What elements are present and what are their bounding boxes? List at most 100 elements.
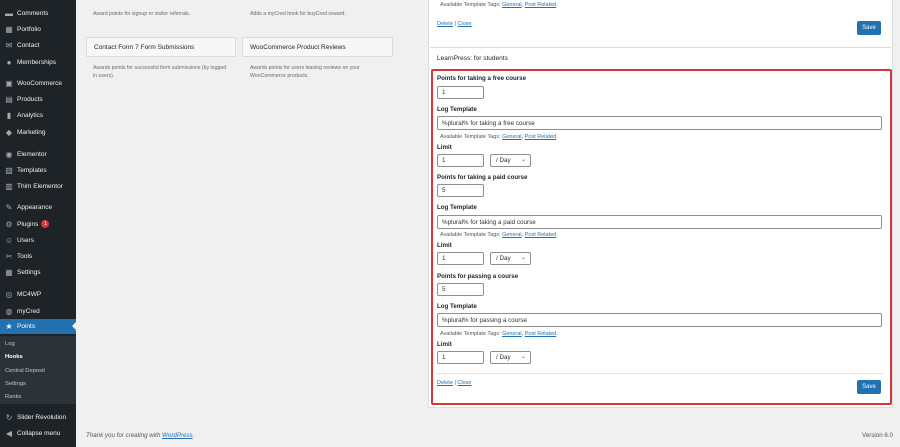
template-tags-line: Available Template Tags: General, Post R… (440, 331, 558, 337)
sidebar-item-elementor[interactable]: ◉ Elementor (0, 147, 76, 161)
plugins-update-badge: 1 (41, 220, 50, 228)
templates-icon: ▧ (5, 165, 13, 175)
points-label: Points for taking a paid course (437, 174, 528, 181)
sidebar-item-analytics[interactable]: ▮ Analytics (0, 108, 76, 122)
log-template-input[interactable]: %plural% for taking a free course (437, 116, 882, 130)
sidebar-item-thim-elementor[interactable]: ▥ Thim Elementor (0, 179, 76, 193)
delete-link[interactable]: Delete (437, 21, 453, 27)
collapse-icon: ◀ (5, 428, 13, 438)
chevron-down-icon: ⌄ (520, 354, 526, 360)
appearance-icon: ✎ (5, 202, 13, 212)
woocommerce-icon: ▣ (5, 78, 13, 88)
points-label: Points for passing a course (437, 273, 519, 280)
points-input[interactable]: 1 (437, 86, 484, 99)
submenu-item-log[interactable]: Log (5, 341, 15, 347)
sidebar-item-woocommerce[interactable]: ▣ WooCommerce (0, 76, 76, 90)
tools-icon: ✂ (5, 251, 13, 261)
points-label: Points for taking a free course (437, 75, 527, 82)
log-template-input[interactable]: %plural% for passing a course (437, 313, 882, 327)
save-button[interactable]: Save (857, 380, 881, 394)
template-tags-line: Available Template Tags: General, Post R… (440, 134, 558, 140)
sidebar-item-contact[interactable]: ✉ Contact (0, 38, 76, 52)
hook-woo-description: Awards points for users leaving reviews … (250, 65, 360, 79)
sidebar-item-tools[interactable]: ✂ Tools (0, 249, 76, 263)
chevron-down-icon: ⌄ (520, 255, 526, 261)
limit-period-select[interactable]: / Day ⌄ (490, 351, 531, 364)
sidebar-item-slider-revolution[interactable]: ↻ Slider Revolution (0, 410, 76, 424)
submenu-item-settings[interactable]: Settings (5, 381, 26, 387)
sidebar-item-users[interactable]: ☺ Users (0, 233, 76, 247)
points-input[interactable]: 5 (437, 184, 484, 197)
comments-icon: ▬ (5, 8, 13, 18)
template-tags-line: Available Template Tags: General, Post R… (440, 2, 558, 8)
users-icon: ☺ (4, 235, 14, 245)
chevron-down-icon: ⌄ (520, 157, 526, 163)
sidebar-item-mc4wp[interactable]: ◎ MC4WP (0, 287, 76, 301)
elementor-icon: ◉ (5, 149, 13, 159)
delete-link[interactable]: Delete (437, 380, 453, 386)
hook-buycred-description: Adds a myCred hook for buyCred reward. (250, 11, 346, 17)
slider-revolution-icon: ↻ (5, 412, 13, 422)
sidebar-item-products[interactable]: ▤ Products (0, 92, 76, 106)
tag-general-link[interactable]: General (502, 331, 522, 337)
top-box-actions: Delete | Close (437, 21, 472, 27)
divider (430, 47, 891, 48)
limit-label: Limit (437, 341, 452, 348)
limit-label: Limit (437, 144, 452, 151)
wp-version: Version 6.0 (862, 432, 893, 439)
portfolio-icon: ▦ (5, 24, 13, 34)
tag-general-link[interactable]: General (502, 2, 522, 8)
points-submenu: Log Hooks Central Deposit Settings Ranks (0, 336, 76, 404)
mycred-icon: ◍ (5, 306, 13, 316)
panel-actions: Delete | Close (437, 380, 472, 386)
template-tags-line: Available Template Tags: General, Post R… (440, 232, 558, 238)
tag-general-link[interactable]: General (502, 134, 522, 140)
log-template-input[interactable]: %plural% for taking a paid course (437, 215, 882, 229)
tag-post-related-link[interactable]: Post Related (525, 331, 557, 337)
admin-sidebar: ▬ Comments ▦ Portfolio ✉ Contact ● Membershi… (0, 0, 76, 447)
sidebar-item-comments[interactable]: ▬ Comments (0, 6, 76, 20)
sidebar-item-settings[interactable]: ▦ Settings (0, 265, 76, 279)
limit-label: Limit (437, 242, 452, 249)
mc4wp-icon: ◎ (5, 289, 13, 299)
sidebar-item-mycred[interactable]: ◍ myCred (0, 304, 76, 318)
sidebar-item-plugins[interactable]: ⚙ Plugins 1 (0, 217, 76, 231)
hook-card-title: Contact Form 7 Form Submissions (94, 44, 195, 51)
star-icon: ★ (5, 322, 13, 331)
plugins-icon: ⚙ (5, 219, 13, 229)
limit-input[interactable]: 1 (437, 154, 484, 167)
hook-card-title: WooCommerce Product Reviews (250, 44, 346, 51)
learnpress-section-title: LearnPress: for students (437, 55, 508, 62)
close-link[interactable]: Close (457, 380, 471, 386)
log-template-label: Log Template (437, 204, 477, 211)
footer-thanks: Thank you for creating with WordPress. (86, 432, 195, 439)
save-button[interactable]: Save (857, 21, 881, 35)
sidebar-item-marketing[interactable]: ◆ Marketing (0, 125, 76, 139)
sidebar-item-memberships[interactable]: ● Memberships (0, 55, 76, 69)
hook-card-woocommerce-reviews[interactable]: WooCommerce Product Reviews (242, 37, 393, 57)
submenu-item-central-deposit[interactable]: Central Deposit (5, 368, 45, 374)
limit-input[interactable]: 1 (437, 351, 484, 364)
tag-post-related-link[interactable]: Post Related (525, 232, 557, 238)
contact-icon: ✉ (5, 40, 13, 50)
memberships-icon: ● (6, 57, 12, 67)
points-input[interactable]: 5 (437, 283, 484, 296)
sidebar-item-points[interactable]: ★ Points (0, 319, 76, 334)
hook-card-contact-form-7[interactable]: Contact Form 7 Form Submissions (86, 37, 236, 57)
tag-post-related-link[interactable]: Post Related (525, 2, 557, 8)
collapse-menu-button[interactable]: ◀ Collapse menu (0, 426, 76, 440)
sidebar-item-appearance[interactable]: ✎ Appearance (0, 200, 76, 214)
limit-input[interactable]: 1 (437, 252, 484, 265)
tag-general-link[interactable]: General (502, 232, 522, 238)
submenu-item-ranks[interactable]: Ranks (5, 394, 21, 400)
submenu-item-hooks[interactable]: Hooks (5, 354, 23, 360)
sidebar-item-templates[interactable]: ▧ Templates (0, 163, 76, 177)
sidebar-item-portfolio[interactable]: ▦ Portfolio (0, 22, 76, 36)
hook-cf7-description: Awards points for successful form submis… (93, 65, 227, 79)
log-template-label: Log Template (437, 106, 477, 113)
limit-period-select[interactable]: / Day ⌄ (490, 154, 531, 167)
wordpress-link[interactable]: WordPress (162, 432, 193, 439)
tag-post-related-link[interactable]: Post Related (525, 134, 557, 140)
limit-period-select[interactable]: / Day ⌄ (490, 252, 531, 265)
close-link[interactable]: Close (457, 21, 471, 27)
